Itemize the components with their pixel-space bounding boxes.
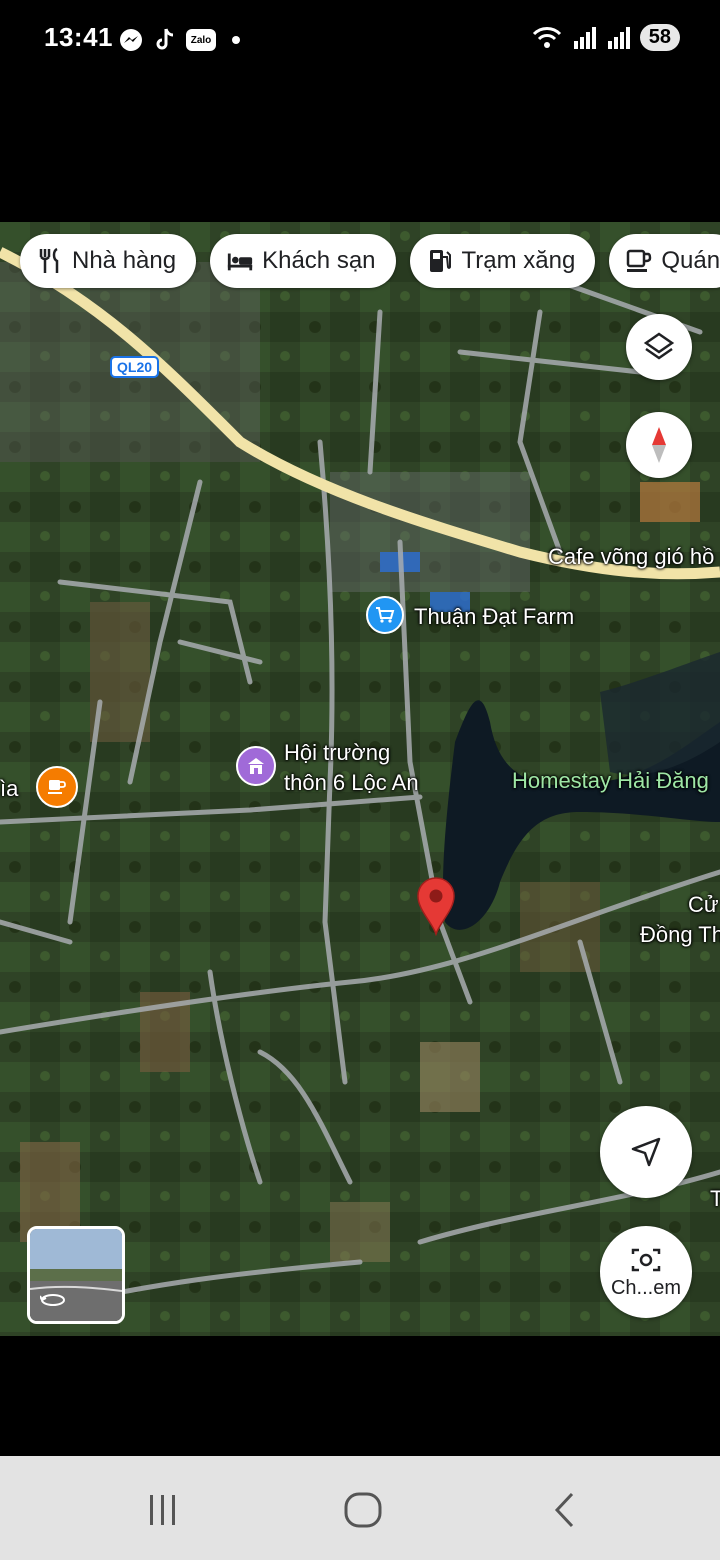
- place-label-hoi-truong-line1[interactable]: Hội trường: [284, 740, 390, 766]
- hotel-icon: [226, 247, 254, 275]
- lens-search-button[interactable]: Ch...em: [600, 1226, 692, 1318]
- place-label-cafe-left[interactable]: ìa: [0, 776, 18, 802]
- status-time: 13:41: [44, 22, 113, 52]
- hall-poi-icon[interactable]: [236, 746, 276, 786]
- messenger-icon: [118, 27, 144, 53]
- lens-button-label: Ch...em: [610, 1276, 682, 1299]
- satellite-map[interactable]: QL20 Nhà hàng Khách sạn Trạm xăng Quán C…: [0, 222, 720, 1336]
- system-icons: 58: [532, 24, 680, 51]
- location-pin-icon[interactable]: [414, 874, 458, 936]
- signal-icon-2: [607, 26, 630, 49]
- camera-lens-icon: [631, 1248, 661, 1271]
- home-button[interactable]: [338, 1488, 388, 1532]
- chip-label: Nhà hàng: [72, 247, 177, 274]
- category-chips: Nhà hàng Khách sạn Trạm xăng Quán: [20, 234, 720, 288]
- chip-cafes[interactable]: Quán: [609, 234, 720, 288]
- restaurant-icon: [36, 247, 64, 275]
- signal-icon-1: [573, 26, 596, 49]
- chip-label: Trạm xăng: [461, 247, 576, 274]
- chip-restaurants[interactable]: Nhà hàng: [20, 234, 197, 288]
- street-view-thumbnail[interactable]: [27, 1226, 125, 1324]
- back-button[interactable]: [540, 1488, 590, 1532]
- place-label-homestay[interactable]: Homestay Hải Đăng: [512, 768, 709, 794]
- place-label-cua-line1[interactable]: Cử: [688, 892, 719, 918]
- cafe-icon: [625, 247, 653, 275]
- chip-gas-stations[interactable]: Trạm xăng: [409, 234, 596, 288]
- layers-icon: [643, 332, 675, 360]
- place-label-hoi-truong-line2[interactable]: thôn 6 Lộc An: [284, 770, 419, 796]
- road-shield-ql20: QL20: [110, 356, 160, 378]
- cafe-poi-icon[interactable]: [36, 766, 78, 808]
- system-navigation-bar: [0, 1456, 720, 1560]
- chip-label: Khách sạn: [262, 247, 376, 274]
- shopping-poi-icon[interactable]: [366, 596, 404, 634]
- chip-hotels[interactable]: Khách sạn: [210, 234, 396, 288]
- place-label-cua-line2[interactable]: Đồng Th: [640, 922, 720, 948]
- my-location-button[interactable]: [600, 1106, 692, 1198]
- home-icon: [344, 1492, 382, 1528]
- gas-station-icon: [426, 247, 454, 275]
- more-notifications-dot: [232, 36, 240, 44]
- compass-button[interactable]: [626, 412, 692, 478]
- wifi-icon: [532, 26, 561, 48]
- back-icon: [554, 1492, 574, 1528]
- tiktok-icon: [152, 27, 178, 53]
- place-label-thuan-dat-farm[interactable]: Thuận Đạt Farm: [414, 604, 574, 630]
- place-label-cafe-vong[interactable]: Cafe võng gió hồ: [548, 544, 714, 570]
- recent-apps-button[interactable]: [138, 1488, 188, 1532]
- street-view-image: [30, 1229, 122, 1321]
- recent-apps-icon: [150, 1495, 175, 1525]
- place-label-edge-t[interactable]: T: [710, 1186, 720, 1212]
- layers-button[interactable]: [626, 314, 692, 380]
- compass-icon: [652, 427, 666, 463]
- chip-label: Quán: [661, 247, 720, 274]
- navigation-arrow-icon: [631, 1137, 661, 1167]
- battery-indicator: 58: [639, 24, 680, 51]
- notification-icons: Zalo: [118, 26, 240, 54]
- status-bar: 13:41 Zalo 58: [0, 0, 720, 80]
- rotate-360-icon: [40, 1294, 65, 1306]
- zalo-icon: Zalo: [186, 29, 216, 51]
